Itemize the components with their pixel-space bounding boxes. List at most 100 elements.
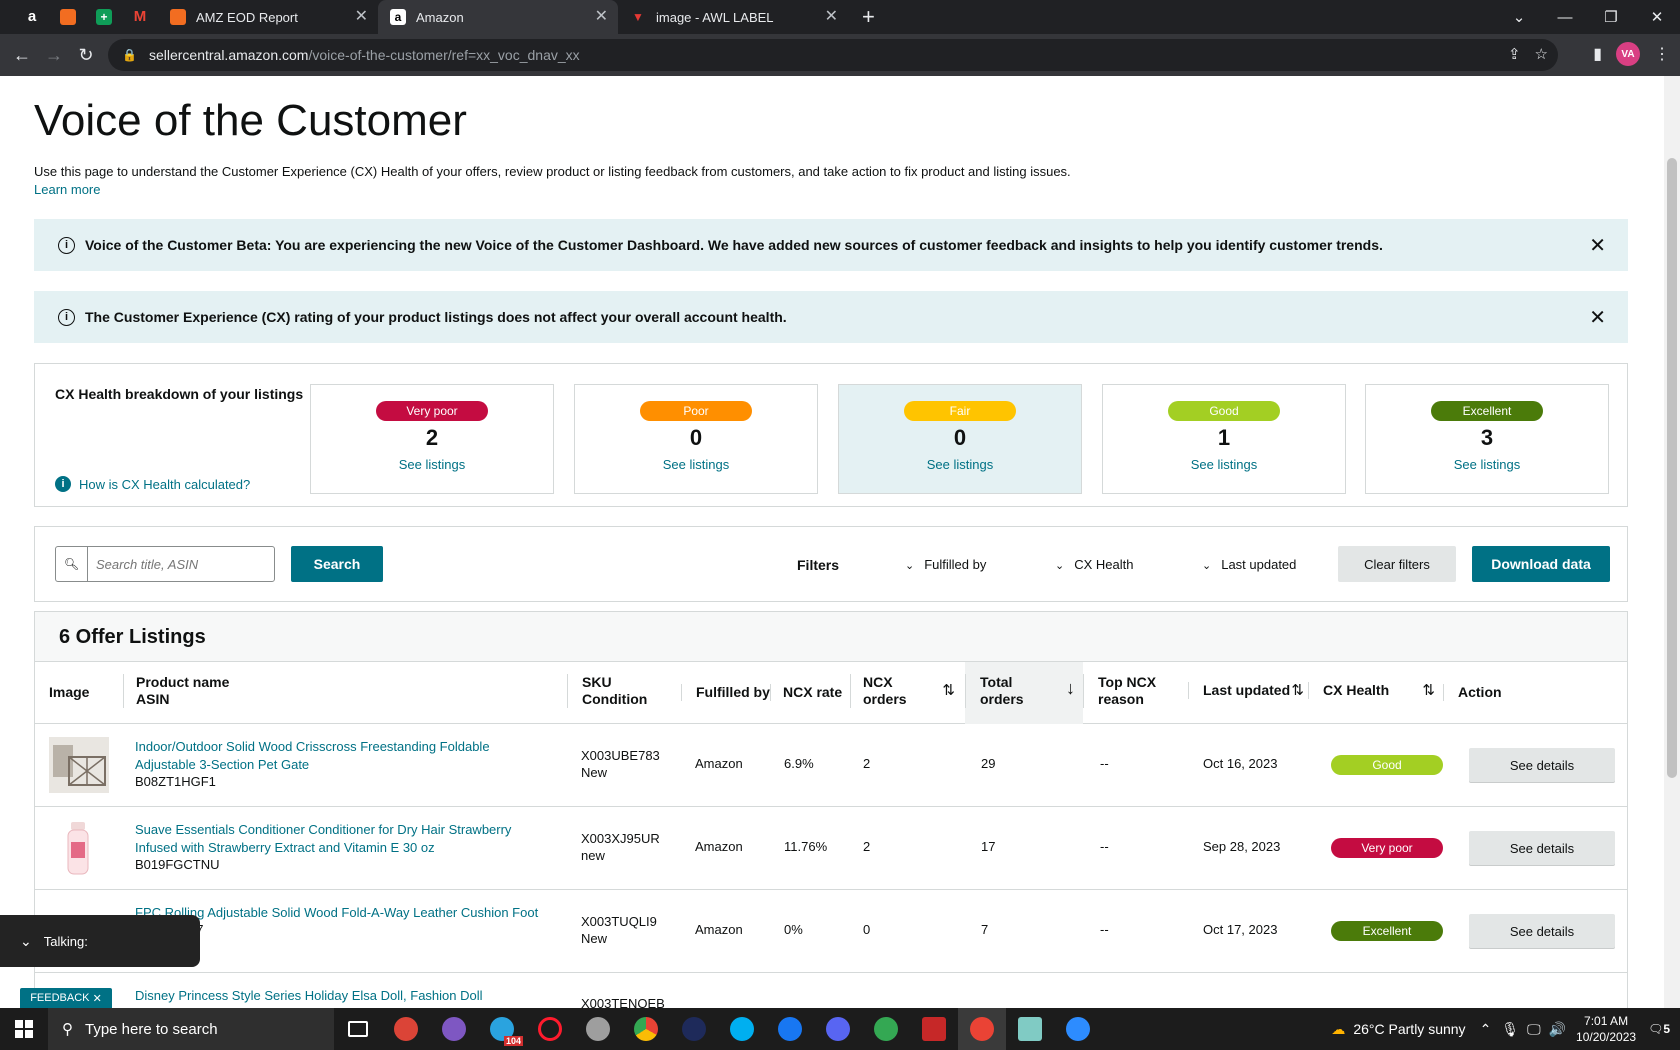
download-data-button[interactable]: Download data: [1472, 546, 1610, 582]
chevron-up-icon[interactable]: ⌃: [1480, 1021, 1492, 1038]
url-field[interactable]: 🔒 sellercentral.amazon.com/voice-of-the-…: [108, 39, 1558, 71]
notifications-icon[interactable]: 🗨5: [1648, 1022, 1670, 1036]
product-image-pet-gate[interactable]: [49, 737, 109, 793]
bookmark-star-icon[interactable]: ☆: [1535, 45, 1548, 63]
zoom-icon[interactable]: [1054, 1008, 1102, 1050]
chevron-down-icon: ⌄: [905, 560, 915, 572]
telegram-icon[interactable]: 104: [478, 1008, 526, 1050]
product-name-link[interactable]: Indoor/Outdoor Solid Wood Crisscross Fre…: [135, 738, 545, 774]
pinned-tab-gmail[interactable]: M: [122, 0, 158, 34]
status-badge: Very poor: [1331, 838, 1443, 858]
col-cx-health[interactable]: CX Health ⇅: [1308, 682, 1443, 699]
microphone-icon[interactable]: 🎙: [1501, 1021, 1519, 1038]
clock[interactable]: 7:01 AM 10/20/2023: [1576, 1013, 1636, 1045]
see-details-button[interactable]: See details: [1469, 831, 1615, 865]
weather-text[interactable]: 26°C Partly sunny: [1353, 1021, 1465, 1037]
back-icon[interactable]: ←: [6, 45, 38, 66]
volume-icon[interactable]: 🔊: [1549, 1021, 1566, 1038]
see-listings-link[interactable]: See listings: [575, 457, 817, 472]
close-icon[interactable]: ✕: [1589, 305, 1606, 330]
health-card-excellent[interactable]: Excellent 3 See listings: [1365, 384, 1609, 494]
product-image-conditioner[interactable]: [49, 820, 109, 876]
sort-descending-icon[interactable]: ↓: [1066, 679, 1075, 697]
scrollbar-thumb[interactable]: [1667, 158, 1677, 778]
avatar[interactable]: VA: [1616, 42, 1640, 66]
task-view-icon[interactable]: [334, 1008, 382, 1050]
listing-count: 0: [953, 425, 967, 450]
new-tab-icon[interactable]: +: [862, 4, 875, 30]
discord-icon[interactable]: [814, 1008, 862, 1050]
health-card-very-poor[interactable]: Very poor 2 See listings: [310, 384, 554, 494]
weather-icon[interactable]: ☁: [1331, 1021, 1345, 1038]
chrome-profile-2-icon[interactable]: [430, 1008, 478, 1050]
sidepanel-icon[interactable]: ▮: [1593, 44, 1602, 64]
chevron-down-icon[interactable]: ⌄: [20, 933, 32, 950]
health-card-fair[interactable]: Fair 0 See listings: [838, 384, 1082, 494]
menu-kebab-icon[interactable]: ⋮: [1654, 44, 1670, 64]
status-badge: Excellent: [1431, 401, 1543, 421]
share-icon[interactable]: ⇪: [1508, 45, 1521, 63]
status-badge: Good: [1331, 755, 1443, 775]
facebook-icon[interactable]: [766, 1008, 814, 1050]
taskbar-search[interactable]: ⚲ Type here to search: [48, 1008, 334, 1050]
close-window-icon[interactable]: ✕: [1634, 8, 1680, 26]
see-listings-link[interactable]: See listings: [839, 457, 1081, 472]
chrome-va-icon[interactable]: [958, 1008, 1006, 1050]
restore-icon[interactable]: ❐: [1588, 8, 1634, 26]
breakdown-title: CX Health breakdown of your listings: [55, 386, 304, 402]
close-icon[interactable]: ✕: [355, 9, 368, 25]
sort-icon[interactable]: ⇅: [1291, 682, 1304, 699]
cx-health-filter[interactable]: ⌄ CX Health: [1055, 557, 1133, 572]
notepad-icon[interactable]: [1006, 1008, 1054, 1050]
forward-icon[interactable]: →: [38, 45, 70, 66]
how-cx-health-link[interactable]: i How is CX Health calculated?: [55, 476, 250, 492]
app-red-icon[interactable]: [910, 1008, 958, 1050]
close-icon[interactable]: ✕: [93, 992, 102, 1005]
clock-app-icon[interactable]: [670, 1008, 718, 1050]
see-details-button[interactable]: See details: [1469, 914, 1615, 948]
network-icon[interactable]: 🖵: [1527, 1021, 1541, 1038]
search-button[interactable]: Search: [291, 546, 383, 582]
see-listings-link[interactable]: See listings: [1366, 457, 1608, 472]
close-icon[interactable]: ✕: [1589, 233, 1606, 258]
product-name-link[interactable]: Disney Princess Style Series Holiday Els…: [135, 987, 545, 1005]
app-icon[interactable]: [574, 1008, 622, 1050]
talking-widget[interactable]: ⌄ Talking:: [0, 915, 200, 967]
sort-icon[interactable]: ⇅: [942, 682, 955, 699]
chrome-profile-icon[interactable]: [382, 1008, 430, 1050]
skype-icon[interactable]: [718, 1008, 766, 1050]
sort-icon[interactable]: ⇅: [1422, 682, 1435, 699]
windows-start-icon[interactable]: [0, 1008, 48, 1050]
page-scrollbar[interactable]: [1664, 76, 1680, 1008]
health-card-good[interactable]: Good 1 See listings: [1102, 384, 1346, 494]
fulfilled-by-filter[interactable]: ⌄ Fulfilled by: [905, 557, 986, 572]
col-last-updated[interactable]: Last updated ⇅: [1188, 682, 1308, 699]
feedback-tab[interactable]: FEEDBACK ✕: [20, 988, 112, 1008]
col-ncx-orders[interactable]: NCX orders ⇅: [850, 674, 965, 708]
see-listings-link[interactable]: See listings: [1103, 457, 1345, 472]
close-icon[interactable]: ✕: [825, 9, 838, 25]
tab-search-icon[interactable]: ⌄: [1496, 8, 1542, 26]
search-input[interactable]: [88, 547, 274, 581]
health-card-poor[interactable]: Poor 0 See listings: [574, 384, 818, 494]
pinned-tab-app[interactable]: [50, 0, 86, 34]
chrome-icon[interactable]: [622, 1008, 670, 1050]
pinned-tab-sheets[interactable]: +: [86, 0, 122, 34]
tab-awl-label[interactable]: ▼ image - AWL LABEL ✕: [618, 0, 848, 34]
learn-more-link[interactable]: Learn more: [34, 182, 100, 197]
tab-amazon[interactable]: a Amazon ✕: [378, 0, 618, 34]
tab-amz-eod-report[interactable]: AMZ EOD Report ✕: [158, 0, 378, 34]
col-action: Action: [1443, 684, 1502, 701]
product-name-link[interactable]: Suave Essentials Conditioner Conditioner…: [135, 821, 545, 857]
minimize-icon[interactable]: —: [1542, 9, 1588, 26]
chrome-work-icon[interactable]: [862, 1008, 910, 1050]
see-listings-link[interactable]: See listings: [311, 457, 553, 472]
col-total-orders[interactable]: Total orders ↓: [965, 674, 1083, 708]
clear-filters-button[interactable]: Clear filters: [1338, 546, 1456, 582]
last-updated-filter[interactable]: ⌄ Last updated: [1202, 557, 1296, 572]
close-icon[interactable]: ✕: [595, 9, 608, 25]
see-details-button[interactable]: See details: [1469, 748, 1615, 782]
reload-icon[interactable]: ↻: [70, 45, 102, 66]
pinned-tab-amazon[interactable]: a: [14, 0, 50, 34]
opera-icon[interactable]: [526, 1008, 574, 1050]
